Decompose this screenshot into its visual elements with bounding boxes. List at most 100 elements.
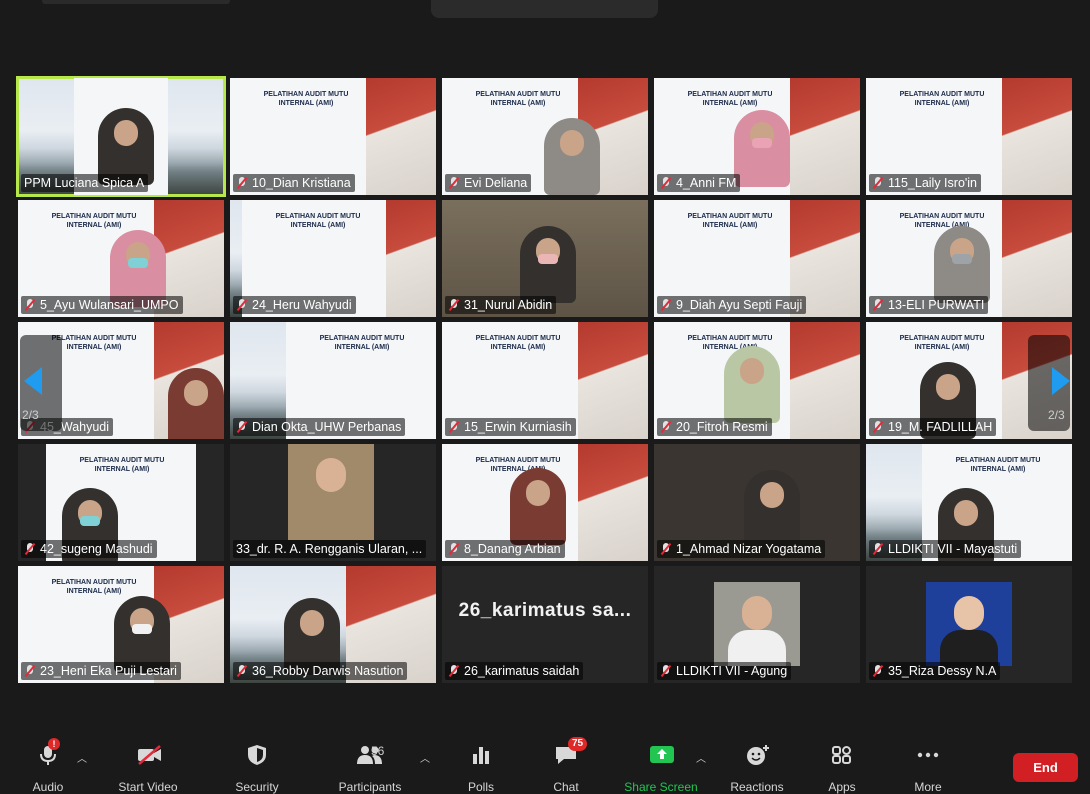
share-screen-icon: [649, 744, 674, 766]
participant-tile[interactable]: PPM Luciana Spica A: [16, 76, 226, 197]
participant-tile[interactable]: PELATIHAN AUDIT MUTU INTERNAL (AMI) 20_F…: [654, 322, 860, 439]
participant-tile[interactable]: PELATIHAN AUDIT MUTU INTERNAL (AMI) 8_Da…: [442, 444, 648, 561]
mic-muted-icon: [448, 664, 460, 678]
participant-tile[interactable]: 1_Ahmad Nizar Yogatama: [654, 444, 860, 561]
start-video-label: Start Video: [118, 780, 178, 794]
participant-tile[interactable]: PELATIHAN AUDIT MUTU INTERNAL (AMI) LLDI…: [866, 444, 1072, 561]
participant-name-label: 20_Fitroh Resmi: [657, 418, 772, 436]
participant-tile[interactable]: PELATIHAN AUDIT MUTU INTERNAL (AMI) Dian…: [230, 322, 436, 439]
chat-label: Chat: [553, 780, 579, 794]
mic-muted-icon: [24, 298, 36, 312]
participant-name-label: 42_sugeng Mashudi: [21, 540, 157, 558]
mic-muted-icon: [236, 176, 248, 190]
participant-tile[interactable]: PELATIHAN AUDIT MUTU INTERNAL (AMI) 13-E…: [866, 200, 1072, 317]
chat-bubble-icon: 75: [554, 737, 588, 766]
participants-icon: 56: [340, 744, 400, 766]
end-meeting-button[interactable]: End: [1013, 753, 1078, 782]
participant-tile[interactable]: 31_Nurul Abidin: [442, 200, 648, 317]
participant-display-name: 26_karimatus sa...: [458, 600, 632, 621]
participant-tile[interactable]: PELATIHAN AUDIT MUTU INTERNAL (AMI) 9_Di…: [654, 200, 860, 317]
participant-tile[interactable]: PELATIHAN AUDIT MUTU INTERNAL (AMI) 24_H…: [230, 200, 436, 317]
mic-muted-icon: [236, 664, 248, 678]
participant-tile[interactable]: 36_Robby Darwis Nasution: [230, 566, 436, 683]
slide-title: PELATIHAN AUDIT MUTU INTERNAL (AMI): [51, 579, 137, 595]
participant-name-label: 8_Danang Arbian: [445, 540, 565, 558]
meeting-toolbar: ! Audio ︿ Start Video Security 56 Partic…: [0, 736, 1090, 794]
participants-button[interactable]: 56 Participants: [332, 744, 408, 794]
participant-name-label: LLDIKTI VII - Mayastuti: [869, 540, 1022, 558]
mic-muted-icon: [872, 542, 884, 556]
participant-tile[interactable]: PELATIHAN AUDIT MUTU INTERNAL (AMI) 15_E…: [442, 322, 648, 439]
security-button[interactable]: Security: [230, 744, 284, 794]
slide-title: PELATIHAN AUDIT MUTU INTERNAL (AMI): [899, 91, 985, 107]
reactions-label: Reactions: [730, 780, 784, 794]
more-button[interactable]: More: [908, 744, 948, 794]
participant-name-label: Dian Okta_UHW Perbanas: [233, 418, 406, 436]
audio-alert-badge: !: [48, 738, 60, 750]
previous-page-button[interactable]: 2/3: [20, 335, 62, 431]
mic-muted-icon: [872, 420, 884, 434]
participant-name-label: 13-ELI PURWATI: [869, 296, 989, 314]
security-label: Security: [235, 780, 279, 794]
mic-muted-icon: [448, 298, 460, 312]
participant-tile[interactable]: PELATIHAN AUDIT MUTU INTERNAL (AMI) 23_H…: [18, 566, 224, 683]
share-options-caret[interactable]: ︿: [696, 750, 706, 765]
mic-muted-icon: [660, 420, 672, 434]
reactions-button[interactable]: Reactions: [726, 744, 788, 794]
apps-icon: [830, 744, 854, 766]
participant-name-label: 4_Anni FM: [657, 174, 741, 192]
mic-muted-icon: [24, 542, 36, 556]
arrow-right-icon: [1052, 367, 1070, 395]
participant-name-label: 15_Erwin Kurniasih: [445, 418, 576, 436]
participant-name-label: 33_dr. R. A. Rengganis Ularan, ...: [233, 540, 427, 558]
participant-tile[interactable]: PELATIHAN AUDIT MUTU INTERNAL (AMI) Evi …: [442, 78, 648, 195]
chat-button[interactable]: 75 Chat: [548, 737, 588, 794]
start-video-button[interactable]: Start Video: [112, 744, 184, 794]
participant-tile[interactable]: LLDIKTI VII - Agung: [654, 566, 860, 683]
participants-options-caret[interactable]: ︿: [420, 750, 430, 765]
mic-muted-icon: [872, 176, 884, 190]
page-indicator: 2/3: [22, 408, 39, 422]
mic-muted-icon: [660, 298, 672, 312]
gallery-grid: PPM Luciana Spica A PELATIHAN AUDIT MUTU…: [16, 76, 1073, 684]
mic-muted-icon: [872, 664, 884, 678]
microphone-icon: !: [36, 738, 60, 766]
slide-title: PELATIHAN AUDIT MUTU INTERNAL (AMI): [275, 213, 361, 229]
participant-tile[interactable]: PELATIHAN AUDIT MUTU INTERNAL (AMI) 42_s…: [18, 444, 224, 561]
slide-title: PELATIHAN AUDIT MUTU INTERNAL (AMI): [263, 91, 349, 107]
participant-name-label: 24_Heru Wahyudi: [233, 296, 356, 314]
mic-muted-icon: [660, 664, 672, 678]
participant-tile[interactable]: PELATIHAN AUDIT MUTU INTERNAL (AMI) 4_An…: [654, 78, 860, 195]
slide-title: PELATIHAN AUDIT MUTU INTERNAL (AMI): [899, 213, 985, 229]
bar-chart-icon: [469, 744, 493, 766]
participant-name-label: 31_Nurul Abidin: [445, 296, 557, 314]
mic-muted-icon: [448, 420, 460, 434]
audio-options-caret[interactable]: ︿: [77, 750, 87, 765]
participant-tile[interactable]: PELATIHAN AUDIT MUTU INTERNAL (AMI) 10_D…: [230, 78, 436, 195]
participant-name-label: 9_Diah Ayu Septi Fauji: [657, 296, 807, 314]
participant-tile[interactable]: PELATIHAN AUDIT MUTU INTERNAL (AMI) 115_…: [866, 78, 1072, 195]
audio-label: Audio: [32, 780, 64, 794]
next-page-button[interactable]: 2/3: [1028, 335, 1070, 431]
mic-muted-icon: [236, 420, 248, 434]
slide-title: PELATIHAN AUDIT MUTU INTERNAL (AMI): [687, 91, 773, 107]
polls-button[interactable]: Polls: [464, 744, 498, 794]
mic-muted-icon: [236, 298, 248, 312]
participant-name-label: Evi Deliana: [445, 174, 532, 192]
emoji-plus-icon: [745, 744, 769, 766]
apps-button[interactable]: Apps: [824, 744, 860, 794]
share-screen-button[interactable]: Share Screen: [622, 744, 700, 794]
participant-name-label: 10_Dian Kristiana: [233, 174, 355, 192]
slide-title: PELATIHAN AUDIT MUTU INTERNAL (AMI): [319, 335, 405, 351]
participants-count: 56: [371, 744, 385, 758]
participant-tile[interactable]: 26_karimatus sa... 26_karimatus saidah: [442, 566, 648, 683]
ellipsis-icon: [916, 744, 940, 766]
participant-name-label: 35_Riza Dessy N.A: [869, 662, 1001, 680]
share-screen-label: Share Screen: [624, 780, 698, 794]
audio-button[interactable]: ! Audio: [28, 738, 68, 794]
participant-tile[interactable]: 35_Riza Dessy N.A: [866, 566, 1072, 683]
participant-name-label: 26_karimatus saidah: [445, 662, 584, 680]
participant-tile[interactable]: PELATIHAN AUDIT MUTU INTERNAL (AMI) 5_Ay…: [18, 200, 224, 317]
slide-title: PELATIHAN AUDIT MUTU INTERNAL (AMI): [79, 457, 165, 473]
participant-tile[interactable]: 33_dr. R. A. Rengganis Ularan, ...: [230, 444, 436, 561]
